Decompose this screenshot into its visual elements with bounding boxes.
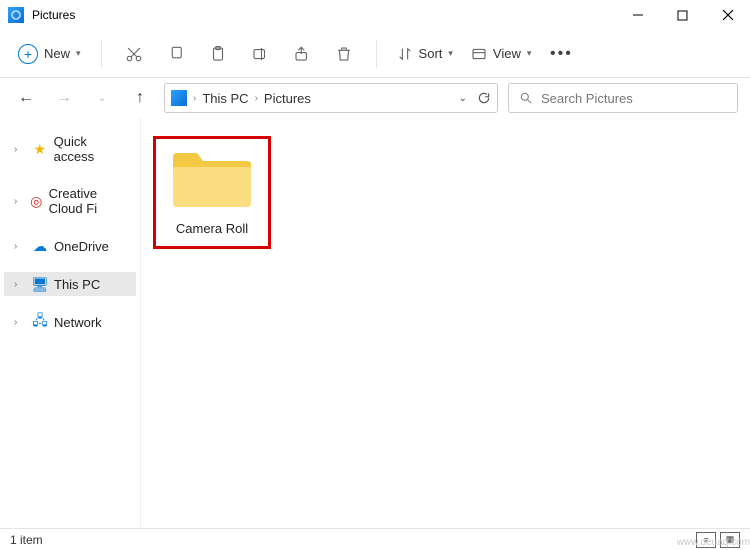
- chevron-right-icon: ›: [14, 317, 26, 328]
- highlight-annotation: Camera Roll: [153, 136, 271, 249]
- folder-icon: [171, 149, 253, 211]
- view-button[interactable]: View ▾: [465, 42, 537, 66]
- chevron-down-icon: ▾: [76, 48, 81, 59]
- window-controls: [615, 0, 750, 30]
- sidebar-item-onedrive[interactable]: › ☁ OneDrive: [4, 234, 136, 258]
- sidebar-item-quick-access[interactable]: › ★ Quick access: [4, 130, 136, 168]
- paste-button[interactable]: [200, 36, 236, 72]
- divider: [101, 40, 102, 68]
- sidebar-item-label: This PC: [54, 277, 100, 292]
- sidebar-item-label: OneDrive: [54, 239, 109, 254]
- network-icon: 🖧: [32, 314, 48, 330]
- rename-button[interactable]: [242, 36, 278, 72]
- item-count: 1 item: [10, 533, 43, 547]
- maximize-button[interactable]: [660, 0, 705, 30]
- ellipsis-icon: •••: [550, 45, 573, 63]
- sidebar-item-this-pc[interactable]: › 🖥 This PC: [4, 272, 136, 296]
- new-label: New: [44, 46, 70, 61]
- sidebar-item-network[interactable]: › 🖧 Network: [4, 310, 136, 334]
- breadcrumb-pictures[interactable]: Pictures: [264, 91, 311, 106]
- sort-icon: [397, 46, 413, 62]
- view-label: View: [493, 46, 521, 61]
- address-bar[interactable]: › This PC › Pictures ⌄: [164, 83, 498, 113]
- breadcrumb-this-pc[interactable]: This PC: [202, 91, 248, 106]
- view-icon: [471, 46, 487, 62]
- content-pane[interactable]: Camera Roll: [140, 118, 750, 528]
- chevron-right-icon: ›: [14, 279, 26, 290]
- divider: [376, 40, 377, 68]
- chevron-right-icon: ›: [14, 241, 26, 252]
- chevron-right-icon: ›: [193, 93, 196, 104]
- chevron-right-icon: ›: [14, 144, 26, 155]
- chevron-down-icon: ▾: [448, 48, 453, 59]
- history-dropdown[interactable]: ⌄: [459, 93, 467, 104]
- sidebar-item-label: Creative Cloud Fi: [49, 186, 130, 216]
- main-area: › ★ Quick access › ◎ Creative Cloud Fi ›…: [0, 118, 750, 528]
- monitor-icon: 🖥: [32, 276, 48, 292]
- minimize-button[interactable]: [615, 0, 660, 30]
- more-button[interactable]: •••: [543, 36, 579, 72]
- chevron-right-icon: ›: [14, 196, 24, 207]
- search-input[interactable]: Search Pictures: [508, 83, 738, 113]
- cut-button[interactable]: [116, 36, 152, 72]
- up-button[interactable]: ↑: [126, 84, 154, 112]
- back-button[interactable]: ←: [12, 84, 40, 112]
- close-button[interactable]: [705, 0, 750, 30]
- chevron-down-icon: ▾: [527, 48, 532, 59]
- app-icon: [8, 7, 24, 23]
- search-placeholder: Search Pictures: [541, 91, 633, 106]
- new-button[interactable]: + New ▾: [12, 40, 87, 68]
- sidebar-item-label: Quick access: [54, 134, 130, 164]
- nav-row: ← → ⌄ ↑ › This PC › Pictures ⌄ Search Pi…: [0, 78, 750, 118]
- window-title: Pictures: [32, 8, 75, 22]
- plus-circle-icon: +: [18, 44, 38, 64]
- chevron-right-icon: ›: [255, 93, 258, 104]
- forward-button[interactable]: →: [50, 84, 78, 112]
- delete-button[interactable]: [326, 36, 362, 72]
- toolbar: + New ▾ Sort ▾ View ▾ •••: [0, 30, 750, 78]
- sort-label: Sort: [419, 46, 443, 61]
- recent-locations-button[interactable]: ⌄: [88, 84, 116, 112]
- sidebar: › ★ Quick access › ◎ Creative Cloud Fi ›…: [0, 118, 140, 528]
- search-icon: [519, 91, 533, 105]
- refresh-button[interactable]: [477, 91, 491, 105]
- pictures-icon: [171, 90, 187, 106]
- sidebar-item-label: Network: [54, 315, 102, 330]
- share-button[interactable]: [284, 36, 320, 72]
- folder-item-camera-roll[interactable]: Camera Roll: [156, 139, 268, 246]
- copy-button[interactable]: [158, 36, 194, 72]
- creative-cloud-icon: ◎: [30, 193, 43, 209]
- watermark: www.deuaq.com: [677, 537, 750, 548]
- sort-button[interactable]: Sort ▾: [391, 42, 459, 66]
- cloud-icon: ☁: [32, 238, 48, 254]
- star-icon: ★: [32, 141, 48, 157]
- title-bar: Pictures: [0, 0, 750, 30]
- status-bar: 1 item ≡ ▦: [0, 528, 750, 550]
- sidebar-item-creative-cloud[interactable]: › ◎ Creative Cloud Fi: [4, 182, 136, 220]
- folder-label: Camera Roll: [176, 221, 248, 236]
